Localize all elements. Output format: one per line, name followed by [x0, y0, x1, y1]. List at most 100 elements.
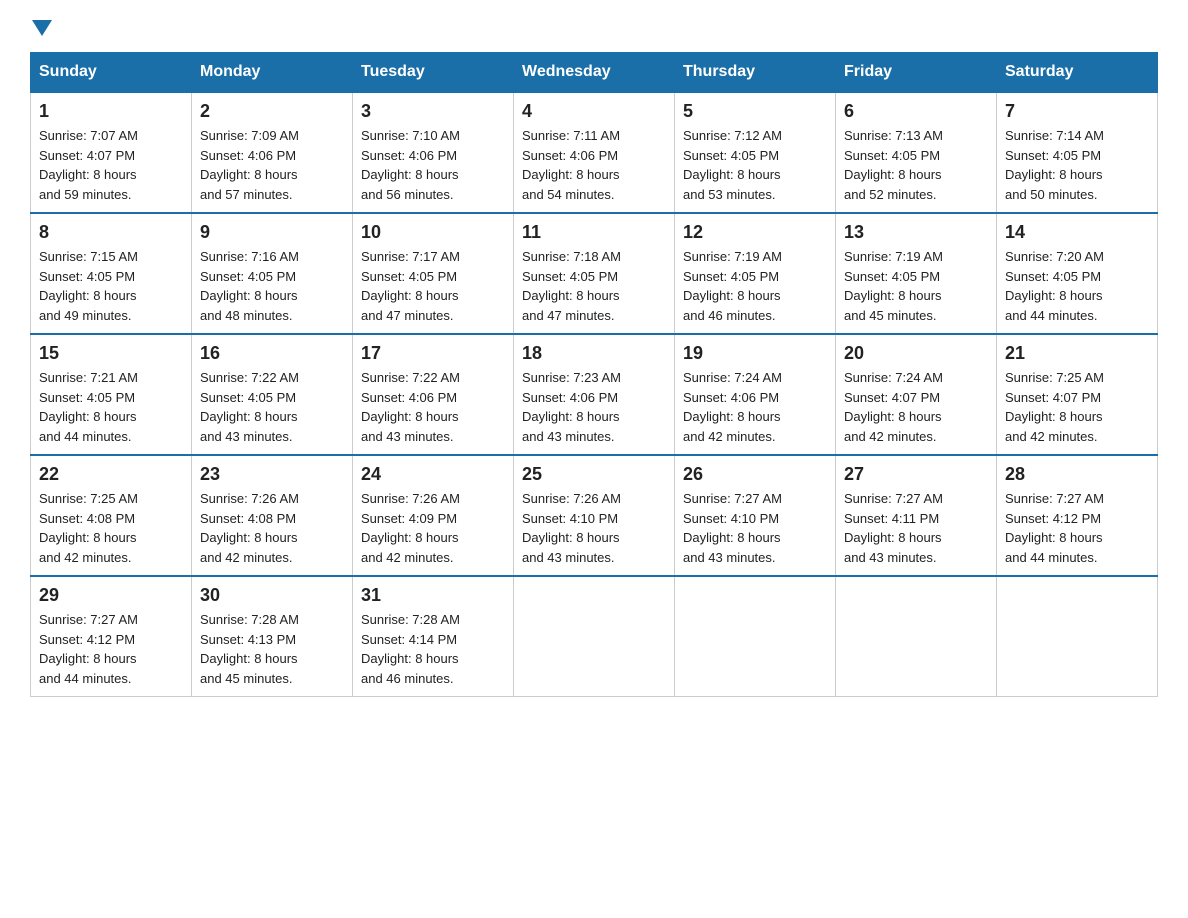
- day-info: Sunrise: 7:27 AM Sunset: 4:10 PM Dayligh…: [683, 489, 827, 567]
- day-number: 26: [683, 464, 827, 485]
- calendar-cell: 23 Sunrise: 7:26 AM Sunset: 4:08 PM Dayl…: [192, 455, 353, 576]
- dow-header-saturday: Saturday: [997, 53, 1158, 93]
- week-row-5: 29 Sunrise: 7:27 AM Sunset: 4:12 PM Dayl…: [31, 576, 1158, 697]
- dow-header-tuesday: Tuesday: [353, 53, 514, 93]
- day-info: Sunrise: 7:11 AM Sunset: 4:06 PM Dayligh…: [522, 126, 666, 204]
- day-number: 31: [361, 585, 505, 606]
- day-info: Sunrise: 7:26 AM Sunset: 4:10 PM Dayligh…: [522, 489, 666, 567]
- day-info: Sunrise: 7:24 AM Sunset: 4:07 PM Dayligh…: [844, 368, 988, 446]
- calendar-cell: 13 Sunrise: 7:19 AM Sunset: 4:05 PM Dayl…: [836, 213, 997, 334]
- day-number: 30: [200, 585, 344, 606]
- calendar-cell: 31 Sunrise: 7:28 AM Sunset: 4:14 PM Dayl…: [353, 576, 514, 697]
- day-info: Sunrise: 7:24 AM Sunset: 4:06 PM Dayligh…: [683, 368, 827, 446]
- day-info: Sunrise: 7:15 AM Sunset: 4:05 PM Dayligh…: [39, 247, 183, 325]
- day-number: 13: [844, 222, 988, 243]
- calendar-body: 1 Sunrise: 7:07 AM Sunset: 4:07 PM Dayli…: [31, 92, 1158, 697]
- day-info: Sunrise: 7:20 AM Sunset: 4:05 PM Dayligh…: [1005, 247, 1149, 325]
- calendar-cell: 22 Sunrise: 7:25 AM Sunset: 4:08 PM Dayl…: [31, 455, 192, 576]
- calendar-cell: 18 Sunrise: 7:23 AM Sunset: 4:06 PM Dayl…: [514, 334, 675, 455]
- dow-header-friday: Friday: [836, 53, 997, 93]
- day-info: Sunrise: 7:28 AM Sunset: 4:13 PM Dayligh…: [200, 610, 344, 688]
- day-number: 12: [683, 222, 827, 243]
- dow-header-wednesday: Wednesday: [514, 53, 675, 93]
- day-info: Sunrise: 7:22 AM Sunset: 4:05 PM Dayligh…: [200, 368, 344, 446]
- day-number: 18: [522, 343, 666, 364]
- day-info: Sunrise: 7:16 AM Sunset: 4:05 PM Dayligh…: [200, 247, 344, 325]
- calendar-cell: 1 Sunrise: 7:07 AM Sunset: 4:07 PM Dayli…: [31, 92, 192, 213]
- day-number: 19: [683, 343, 827, 364]
- calendar-table: SundayMondayTuesdayWednesdayThursdayFrid…: [30, 52, 1158, 697]
- day-number: 20: [844, 343, 988, 364]
- calendar-cell: 10 Sunrise: 7:17 AM Sunset: 4:05 PM Dayl…: [353, 213, 514, 334]
- day-number: 3: [361, 101, 505, 122]
- day-info: Sunrise: 7:26 AM Sunset: 4:08 PM Dayligh…: [200, 489, 344, 567]
- calendar-cell: 25 Sunrise: 7:26 AM Sunset: 4:10 PM Dayl…: [514, 455, 675, 576]
- logo-triangle-icon: [32, 20, 52, 36]
- calendar-cell: 8 Sunrise: 7:15 AM Sunset: 4:05 PM Dayli…: [31, 213, 192, 334]
- dow-header-thursday: Thursday: [675, 53, 836, 93]
- day-info: Sunrise: 7:27 AM Sunset: 4:12 PM Dayligh…: [39, 610, 183, 688]
- calendar-cell: [514, 576, 675, 697]
- calendar-cell: 27 Sunrise: 7:27 AM Sunset: 4:11 PM Dayl…: [836, 455, 997, 576]
- day-info: Sunrise: 7:25 AM Sunset: 4:07 PM Dayligh…: [1005, 368, 1149, 446]
- calendar-cell: 16 Sunrise: 7:22 AM Sunset: 4:05 PM Dayl…: [192, 334, 353, 455]
- calendar-cell: 5 Sunrise: 7:12 AM Sunset: 4:05 PM Dayli…: [675, 92, 836, 213]
- dow-header-monday: Monday: [192, 53, 353, 93]
- day-number: 11: [522, 222, 666, 243]
- day-info: Sunrise: 7:13 AM Sunset: 4:05 PM Dayligh…: [844, 126, 988, 204]
- calendar-cell: 12 Sunrise: 7:19 AM Sunset: 4:05 PM Dayl…: [675, 213, 836, 334]
- dow-header-sunday: Sunday: [31, 53, 192, 93]
- calendar-cell: [997, 576, 1158, 697]
- day-info: Sunrise: 7:23 AM Sunset: 4:06 PM Dayligh…: [522, 368, 666, 446]
- day-number: 16: [200, 343, 344, 364]
- calendar-cell: 21 Sunrise: 7:25 AM Sunset: 4:07 PM Dayl…: [997, 334, 1158, 455]
- calendar-cell: 29 Sunrise: 7:27 AM Sunset: 4:12 PM Dayl…: [31, 576, 192, 697]
- days-of-week-row: SundayMondayTuesdayWednesdayThursdayFrid…: [31, 53, 1158, 93]
- day-number: 21: [1005, 343, 1149, 364]
- week-row-1: 1 Sunrise: 7:07 AM Sunset: 4:07 PM Dayli…: [31, 92, 1158, 213]
- day-number: 27: [844, 464, 988, 485]
- day-number: 4: [522, 101, 666, 122]
- calendar-cell: 19 Sunrise: 7:24 AM Sunset: 4:06 PM Dayl…: [675, 334, 836, 455]
- day-info: Sunrise: 7:10 AM Sunset: 4:06 PM Dayligh…: [361, 126, 505, 204]
- week-row-3: 15 Sunrise: 7:21 AM Sunset: 4:05 PM Dayl…: [31, 334, 1158, 455]
- day-number: 5: [683, 101, 827, 122]
- calendar-cell: 7 Sunrise: 7:14 AM Sunset: 4:05 PM Dayli…: [997, 92, 1158, 213]
- day-info: Sunrise: 7:21 AM Sunset: 4:05 PM Dayligh…: [39, 368, 183, 446]
- day-number: 28: [1005, 464, 1149, 485]
- calendar-cell: 30 Sunrise: 7:28 AM Sunset: 4:13 PM Dayl…: [192, 576, 353, 697]
- day-info: Sunrise: 7:09 AM Sunset: 4:06 PM Dayligh…: [200, 126, 344, 204]
- calendar-cell: 2 Sunrise: 7:09 AM Sunset: 4:06 PM Dayli…: [192, 92, 353, 213]
- day-number: 23: [200, 464, 344, 485]
- calendar-cell: 3 Sunrise: 7:10 AM Sunset: 4:06 PM Dayli…: [353, 92, 514, 213]
- page-header: [30, 20, 1158, 36]
- day-number: 22: [39, 464, 183, 485]
- calendar-cell: 24 Sunrise: 7:26 AM Sunset: 4:09 PM Dayl…: [353, 455, 514, 576]
- day-number: 25: [522, 464, 666, 485]
- calendar-cell: 14 Sunrise: 7:20 AM Sunset: 4:05 PM Dayl…: [997, 213, 1158, 334]
- day-info: Sunrise: 7:28 AM Sunset: 4:14 PM Dayligh…: [361, 610, 505, 688]
- day-info: Sunrise: 7:19 AM Sunset: 4:05 PM Dayligh…: [844, 247, 988, 325]
- calendar-cell: 15 Sunrise: 7:21 AM Sunset: 4:05 PM Dayl…: [31, 334, 192, 455]
- day-info: Sunrise: 7:26 AM Sunset: 4:09 PM Dayligh…: [361, 489, 505, 567]
- calendar-cell: [836, 576, 997, 697]
- day-info: Sunrise: 7:27 AM Sunset: 4:12 PM Dayligh…: [1005, 489, 1149, 567]
- day-info: Sunrise: 7:18 AM Sunset: 4:05 PM Dayligh…: [522, 247, 666, 325]
- calendar-cell: 17 Sunrise: 7:22 AM Sunset: 4:06 PM Dayl…: [353, 334, 514, 455]
- day-number: 7: [1005, 101, 1149, 122]
- calendar-cell: 11 Sunrise: 7:18 AM Sunset: 4:05 PM Dayl…: [514, 213, 675, 334]
- week-row-4: 22 Sunrise: 7:25 AM Sunset: 4:08 PM Dayl…: [31, 455, 1158, 576]
- day-number: 9: [200, 222, 344, 243]
- day-number: 2: [200, 101, 344, 122]
- day-number: 29: [39, 585, 183, 606]
- day-info: Sunrise: 7:12 AM Sunset: 4:05 PM Dayligh…: [683, 126, 827, 204]
- day-number: 17: [361, 343, 505, 364]
- logo: [30, 20, 54, 36]
- day-number: 15: [39, 343, 183, 364]
- day-info: Sunrise: 7:25 AM Sunset: 4:08 PM Dayligh…: [39, 489, 183, 567]
- calendar-cell: 4 Sunrise: 7:11 AM Sunset: 4:06 PM Dayli…: [514, 92, 675, 213]
- calendar-cell: [675, 576, 836, 697]
- day-info: Sunrise: 7:14 AM Sunset: 4:05 PM Dayligh…: [1005, 126, 1149, 204]
- day-number: 1: [39, 101, 183, 122]
- calendar-cell: 9 Sunrise: 7:16 AM Sunset: 4:05 PM Dayli…: [192, 213, 353, 334]
